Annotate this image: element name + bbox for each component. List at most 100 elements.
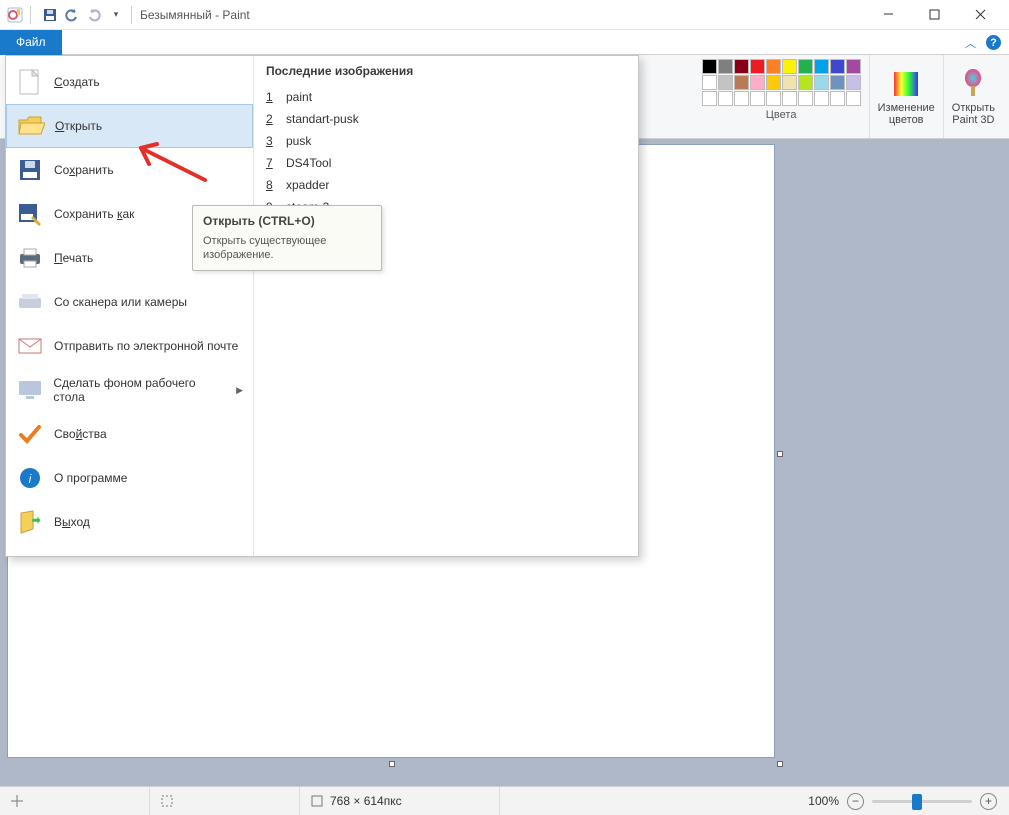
color-swatch[interactable]: [830, 91, 845, 106]
customize-qa-icon[interactable]: ▾: [107, 6, 125, 24]
status-filesize: [500, 787, 796, 815]
recent-item[interactable]: 2 standart-pusk: [266, 108, 626, 130]
svg-text:i: i: [29, 472, 32, 486]
tooltip-open: Открыть (CTRL+O) Открыть существующее из…: [192, 205, 382, 271]
status-bar: 768 × 614пкс 100% − +: [0, 786, 1009, 815]
recent-name: xpadder: [286, 178, 329, 192]
exit-icon: [16, 508, 44, 536]
color-swatch[interactable]: [766, 59, 781, 74]
recent-item[interactable]: 8 xpadder: [266, 174, 626, 196]
color-swatch[interactable]: [718, 59, 733, 74]
color-swatch[interactable]: [766, 91, 781, 106]
file-menu: Создать Открыть Сохранить Сохранить как …: [5, 55, 639, 557]
zoom-in-button[interactable]: +: [980, 793, 997, 810]
tooltip-title: Открыть (CTRL+O): [203, 214, 315, 228]
color-swatch[interactable]: [846, 59, 861, 74]
color-swatch[interactable]: [798, 75, 813, 90]
zoom-out-button[interactable]: −: [847, 793, 864, 810]
save-as-icon: [16, 200, 44, 228]
edit-colors-button[interactable]: Изменение цветов: [870, 55, 944, 138]
color-swatch[interactable]: [750, 75, 765, 90]
redo-icon[interactable]: [85, 6, 103, 24]
color-swatch[interactable]: [766, 75, 781, 90]
recent-name: pusk: [286, 134, 311, 148]
printer-icon: [16, 244, 44, 272]
status-selection: [150, 787, 300, 815]
color-swatch[interactable]: [734, 91, 749, 106]
open-paint3d-button[interactable]: Открыть Paint 3D: [944, 55, 1003, 138]
collapse-ribbon-icon[interactable]: ︿: [965, 35, 976, 51]
app-icon: [6, 6, 24, 24]
menu-open[interactable]: Открыть: [6, 104, 253, 148]
menu-save[interactable]: Сохранить: [6, 148, 253, 192]
recent-index: 8: [266, 178, 276, 192]
color-swatch[interactable]: [846, 91, 861, 106]
color-swatch[interactable]: [702, 59, 717, 74]
color-swatch[interactable]: [814, 59, 829, 74]
save-disk-icon: [16, 156, 44, 184]
menu-email: Отправить по электронной почте: [6, 324, 253, 368]
status-dimensions: 768 × 614пкс: [300, 787, 500, 815]
recent-item[interactable]: 7 DS4Tool: [266, 152, 626, 174]
menu-about[interactable]: i О программе: [6, 456, 253, 500]
color-swatch[interactable]: [798, 91, 813, 106]
color-swatch[interactable]: [750, 59, 765, 74]
separator: [30, 6, 31, 24]
color-swatch[interactable]: [814, 75, 829, 90]
color-swatch[interactable]: [718, 91, 733, 106]
info-icon: i: [16, 464, 44, 492]
menu-properties[interactable]: Свойства: [6, 412, 253, 456]
recent-name: standart-pusk: [286, 112, 359, 126]
zoom-slider-thumb[interactable]: [912, 794, 922, 810]
paint3d-icon: [957, 68, 989, 100]
minimize-button[interactable]: [865, 0, 911, 30]
recent-item[interactable]: 3 pusk: [266, 130, 626, 152]
save-icon[interactable]: [41, 6, 59, 24]
undo-icon[interactable]: [63, 6, 81, 24]
scanner-icon: [16, 288, 44, 316]
submenu-arrow-icon: ▶: [236, 385, 243, 396]
color-swatch[interactable]: [830, 59, 845, 74]
color-swatch[interactable]: [782, 75, 797, 90]
close-button[interactable]: [957, 0, 1003, 30]
color-swatch[interactable]: [718, 75, 733, 90]
group-label-colors: Цвета: [766, 109, 797, 121]
recent-item[interactable]: 1paint: [266, 86, 626, 108]
selection-icon: [160, 794, 174, 808]
file-tab[interactable]: Файл: [0, 30, 62, 55]
zoom-slider[interactable]: [872, 800, 972, 803]
color-swatch[interactable]: [750, 91, 765, 106]
menu-exit[interactable]: Выход: [6, 500, 253, 544]
color-swatch[interactable]: [734, 59, 749, 74]
quick-access-toolbar: ▾: [41, 6, 125, 24]
color-swatch[interactable]: [782, 59, 797, 74]
separator: [131, 6, 132, 24]
resize-handle-bottom[interactable]: [389, 761, 395, 767]
color-swatch[interactable]: [702, 91, 717, 106]
colors-group: Цвета: [694, 55, 870, 138]
dimensions-icon: [310, 794, 324, 808]
menu-create[interactable]: Создать: [6, 60, 253, 104]
maximize-button[interactable]: [911, 0, 957, 30]
recent-index: 3: [266, 134, 276, 148]
recent-index: 7: [266, 156, 276, 170]
zoom-controls: 100% − +: [796, 793, 1009, 810]
recent-index: 2: [266, 112, 276, 126]
zoom-value: 100%: [808, 794, 839, 808]
cursor-pos-icon: [10, 794, 24, 808]
color-swatch[interactable]: [846, 75, 861, 90]
ribbon-tabs: Файл ︿ ?: [0, 30, 1009, 55]
email-icon: [16, 332, 44, 360]
color-swatch[interactable]: [830, 75, 845, 90]
color-swatch[interactable]: [798, 59, 813, 74]
color-swatch[interactable]: [702, 75, 717, 90]
help-icon[interactable]: ?: [986, 35, 1001, 50]
color-swatch[interactable]: [782, 91, 797, 106]
recent-name: paint: [286, 90, 312, 104]
color-swatch[interactable]: [814, 91, 829, 106]
recent-name: DS4Tool: [286, 156, 331, 170]
annotation-arrow: [135, 130, 215, 190]
resize-handle-corner[interactable]: [777, 761, 783, 767]
color-swatch[interactable]: [734, 75, 749, 90]
resize-handle-right[interactable]: [777, 451, 783, 457]
